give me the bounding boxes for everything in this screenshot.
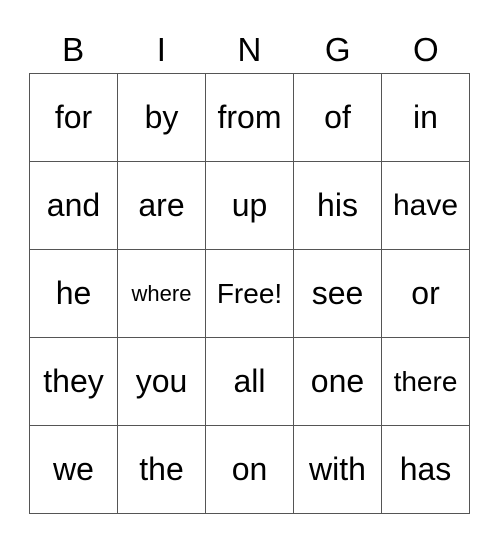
header-letter-b: B [62, 31, 85, 68]
free-space-cell: Free! [206, 250, 294, 338]
bingo-cell: has [382, 426, 470, 514]
bingo-cell: his [294, 162, 382, 250]
bingo-cell: from [206, 74, 294, 162]
header-letter-g: G [324, 31, 351, 68]
bingo-cell: on [206, 426, 294, 514]
bingo-cell: they [30, 338, 118, 426]
bingo-header: B I N G O [29, 28, 471, 72]
bingo-cell: see [294, 250, 382, 338]
bingo-cell: are [118, 162, 206, 250]
bingo-cell: for [30, 74, 118, 162]
bingo-cell: one [294, 338, 382, 426]
bingo-cell: of [294, 74, 382, 162]
bingo-cell: all [206, 338, 294, 426]
bingo-cell: and [30, 162, 118, 250]
bingo-cell: the [118, 426, 206, 514]
header-letter-i: I [156, 31, 166, 68]
bingo-cell: where [118, 250, 206, 338]
bingo-grid: for by from of in and are up his have he… [29, 73, 470, 514]
bingo-cell: have [382, 162, 470, 250]
bingo-cell: in [382, 74, 470, 162]
bingo-cell: with [294, 426, 382, 514]
bingo-cell: by [118, 74, 206, 162]
bingo-cell: or [382, 250, 470, 338]
bingo-cell: he [30, 250, 118, 338]
header-letter-o: O [413, 31, 439, 68]
bingo-cell: up [206, 162, 294, 250]
bingo-cell: you [118, 338, 206, 426]
bingo-cell: there [382, 338, 470, 426]
bingo-cell: we [30, 426, 118, 514]
header-letter-n: N [237, 31, 262, 68]
